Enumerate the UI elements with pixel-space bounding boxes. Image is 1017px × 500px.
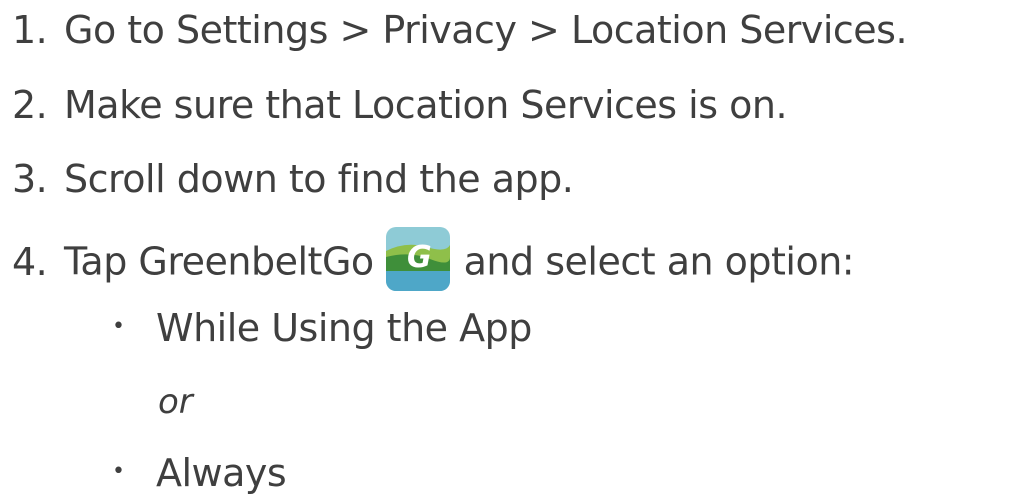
- option-text: While Using the App: [156, 306, 532, 350]
- greenbeltgo-app-icon: G: [385, 227, 450, 291]
- option-while-using: • While Using the App: [112, 304, 532, 355]
- step-text: Make sure that Location Services is on.: [64, 83, 788, 127]
- step-text: Go to Settings > Privacy > Location Serv…: [64, 8, 908, 52]
- or-separator: or: [158, 382, 193, 422]
- step-number: 4.: [12, 239, 48, 284]
- step-text-after: and select an option:: [463, 239, 855, 284]
- bullet-icon: •: [112, 313, 125, 339]
- step-2: 2. Make sure that Location Services is on…: [12, 81, 788, 129]
- bullet-icon: •: [112, 458, 125, 484]
- step-number: 2.: [12, 83, 48, 127]
- step-3: 3. Scroll down to find the app.: [12, 155, 574, 203]
- step-number: 1.: [12, 8, 48, 52]
- step-4: 4. Tap GreenbeltGo G and select an option…: [12, 227, 855, 299]
- option-always: • Always: [112, 449, 287, 500]
- step-1: 1. Go to Settings > Privacy > Location Se…: [12, 6, 908, 54]
- svg-text:G: G: [407, 240, 431, 275]
- option-text: Always: [156, 451, 287, 495]
- step-number: 3.: [12, 157, 48, 201]
- step-text: Scroll down to find the app.: [64, 157, 574, 201]
- step-text-before: Tap GreenbeltGo: [64, 239, 374, 284]
